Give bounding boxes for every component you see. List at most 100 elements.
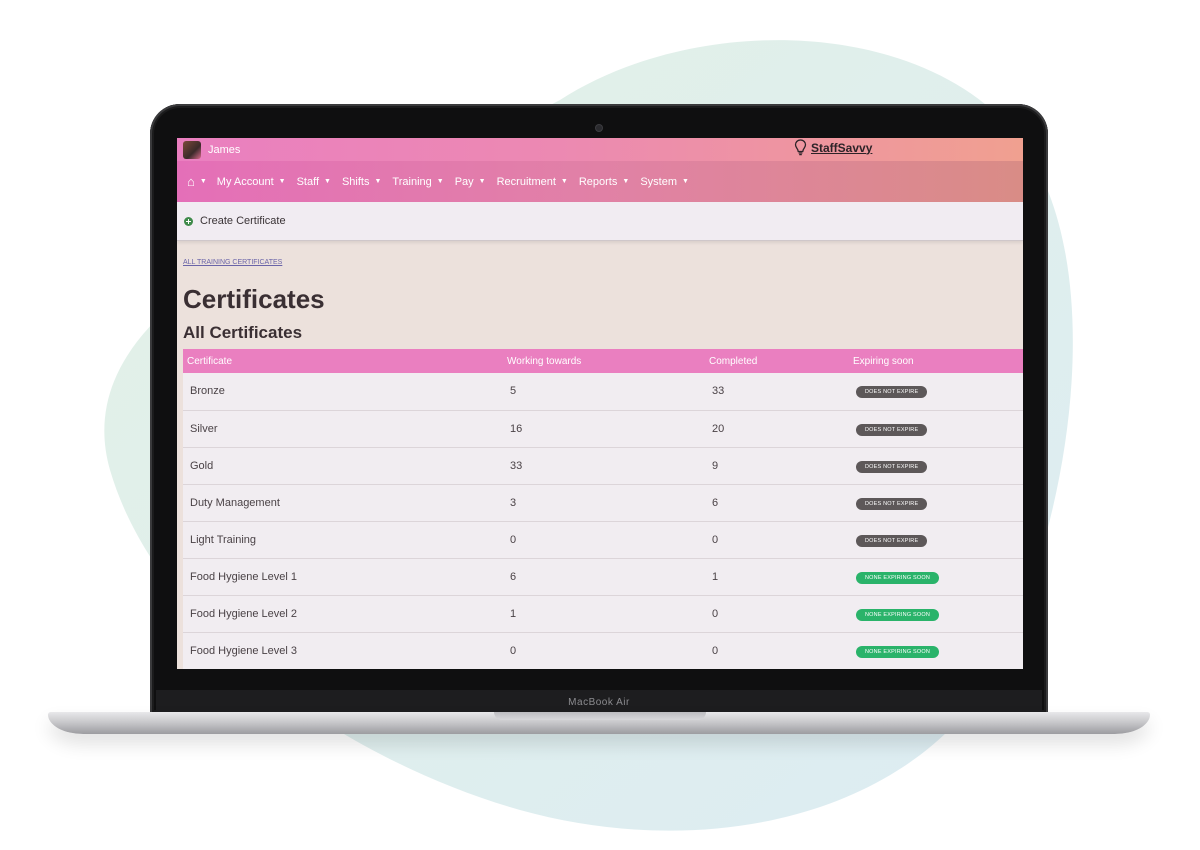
table-body: Bronze 5 33 DOES NOT EXPIRE Silver 16 20 DOES N… [183,373,1023,669]
nav-reports[interactable]: Reports ▼ [579,176,629,188]
top-bar: James StaffSavvy [177,138,1023,161]
plus-circle-icon[interactable] [184,216,193,226]
certificate-name: Gold [190,459,214,472]
expiry-cell: DOES NOT EXPIRE [849,410,1023,447]
section-title: All Certificates [183,323,303,342]
column-header[interactable]: Completed [705,349,849,373]
nav-label: Staff [296,175,320,188]
table-row[interactable]: Silver 16 20 DOES NOT EXPIRE [183,410,1023,447]
expiry-cell: NONE EXPIRING SOON [849,558,1023,595]
certificate-name: Bronze [190,385,225,398]
completed-count: 1 [712,570,719,583]
action-bar: Create Certificate [177,202,1023,241]
app-screen: James StaffSavvy ⌂ ▼ My Account ▼ Staff ▼ S… [177,138,1023,669]
nav-label: Shifts [341,175,370,188]
certificate-name: Light Training [190,533,257,546]
status-badge: DOES NOT EXPIRE [856,534,928,547]
expiry-cell: DOES NOT EXPIRE [849,521,1023,558]
working-towards-count: 0 [510,644,517,657]
user-name[interactable]: James [208,144,240,156]
table-row[interactable]: Food Hygiene Level 3 0 0 NONE EXPIRING SOON [183,632,1023,669]
status-badge: NONE EXPIRING SOON [856,608,940,621]
caret-down-icon: ▼ [682,178,689,185]
table-row[interactable]: Light Training 0 0 DOES NOT EXPIRE [183,521,1023,558]
nav-shifts[interactable]: Shifts ▼ [342,176,381,188]
completed-count: 0 [712,533,719,546]
column-header[interactable]: Certificate [183,349,503,373]
nav-label: Recruitment [496,175,556,188]
caret-down-icon: ▼ [436,178,444,185]
working-towards-count: 5 [510,385,517,398]
certificate-name: Silver [190,422,218,435]
nav-label: Reports [578,175,618,188]
table-row[interactable]: Food Hygiene Level 2 1 0 NONE EXPIRING SOON [183,595,1023,632]
main-nav: ⌂ ▼ My Account ▼ Staff ▼ Shifts ▼ Training ▼ … [177,161,1023,202]
status-badge: NONE EXPIRING SOON [856,645,940,658]
certificate-name: Food Hygiene Level 2 [190,607,298,620]
avatar[interactable] [183,140,201,159]
column-header[interactable]: Expiring soon [849,349,1023,373]
status-badge: DOES NOT EXPIRE [856,423,928,436]
expiry-cell: NONE EXPIRING SOON [849,632,1023,669]
expiry-cell: DOES NOT EXPIRE [849,484,1023,521]
column-header[interactable]: Working towards [503,349,705,373]
expiry-cell: DOES NOT EXPIRE [849,373,1023,410]
expiry-cell: DOES NOT EXPIRE [849,447,1023,484]
table-row[interactable]: Bronze 5 33 DOES NOT EXPIRE [183,373,1023,410]
nav-label: Pay [454,175,474,188]
status-badge: NONE EXPIRING SOON [856,571,940,584]
caret-down-icon: ▼ [199,178,207,185]
table-row[interactable]: Duty Management 3 6 DOES NOT EXPIRE [183,484,1023,521]
working-towards-count: 6 [510,570,517,583]
completed-count: 6 [712,496,719,509]
completed-count: 33 [712,385,725,398]
working-towards-count: 0 [510,533,517,546]
caret-down-icon: ▼ [478,178,486,185]
nav-system[interactable]: System ▼ [640,176,689,188]
nav-label: System [640,175,677,188]
certificates-table: Certificate Working towards Completed Ex… [183,349,1023,669]
nav-home[interactable]: ⌂ ▼ [187,174,207,189]
certificate-name: Food Hygiene Level 1 [190,570,298,583]
table-row[interactable]: Food Hygiene Level 1 6 1 NONE EXPIRING SOON [183,558,1023,595]
completed-count: 20 [712,422,725,435]
certificate-name: Food Hygiene Level 3 [190,644,298,657]
nav-label: My Account [216,175,274,188]
camera-icon [596,125,602,131]
home-icon: ⌂ [187,174,195,189]
laptop-chin: MacBook Air [156,690,1042,714]
create-certificate-button[interactable]: Create Certificate [200,215,286,227]
table-row[interactable]: Gold 33 9 DOES NOT EXPIRE [183,447,1023,484]
brand-logo[interactable]: StaffSavvy [794,139,872,156]
laptop-notch [494,712,706,720]
breadcrumb[interactable]: ALL TRAINING CERTIFICATES [183,259,1023,269]
working-towards-count: 3 [510,496,517,509]
page-title: Certificates [183,284,325,314]
expiry-cell: NONE EXPIRING SOON [849,595,1023,632]
nav-label: Training [392,175,432,188]
nav-training[interactable]: Training ▼ [392,176,443,188]
brand-name: StaffSavvy [811,140,873,155]
completed-count: 0 [712,644,719,657]
caret-down-icon: ▼ [278,178,286,185]
working-towards-count: 33 [510,459,523,472]
nav-recruitment[interactable]: Recruitment ▼ [497,176,568,188]
device-label: MacBook Air [568,696,630,708]
status-badge: DOES NOT EXPIRE [856,497,928,510]
nav-pay[interactable]: Pay ▼ [455,176,486,188]
nav-my-account[interactable]: My Account ▼ [217,176,286,188]
completed-count: 0 [712,607,719,620]
caret-down-icon: ▼ [622,178,630,185]
lightbulb-icon [794,139,807,156]
caret-down-icon: ▼ [374,178,382,185]
page-content: ALL TRAINING CERTIFICATES Certificates A… [177,259,1023,669]
table-header-row: Certificate Working towards Completed Ex… [183,349,1023,373]
certificate-name: Duty Management [190,496,280,509]
caret-down-icon: ▼ [324,178,331,185]
working-towards-count: 1 [510,607,517,620]
status-badge: DOES NOT EXPIRE [856,460,928,473]
status-badge: DOES NOT EXPIRE [856,386,928,399]
completed-count: 9 [712,459,719,472]
nav-staff[interactable]: Staff ▼ [297,176,331,188]
working-towards-count: 16 [510,422,523,435]
